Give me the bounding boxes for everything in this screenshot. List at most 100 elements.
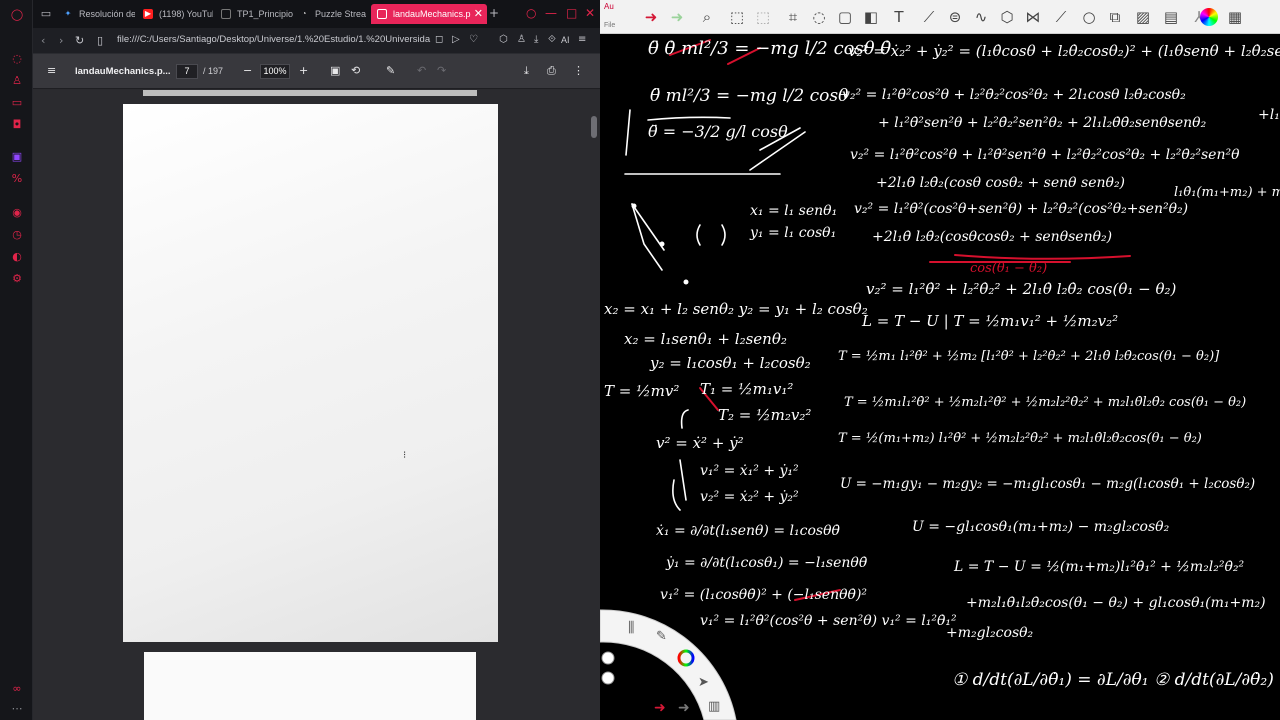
snapshot-icon[interactable]: ◻ <box>435 34 443 45</box>
sidebar-chat-icon[interactable]: ◘ <box>10 118 24 132</box>
ink-line-32: U = −m₁gy₁ − m₂gy₂ = −m₁gl₁cosθ₁ − m₂g(l… <box>840 476 1256 492</box>
pdf-scrollbar[interactable] <box>588 90 600 720</box>
sidebar-player-icon[interactable]: ◉ <box>10 206 24 220</box>
svg-text:➜: ➜ <box>678 700 690 716</box>
ink-line-25: +2l₁θ̇ l₂θ̇₂(cosθcosθ₂ + senθsenθ₂) <box>872 229 1113 245</box>
ink-line-35: +m₂l₁θ̇₁l₂θ̇₂cos(θ₁ − θ₂) + gl₁cosθ₁(m₁+… <box>966 595 1266 611</box>
url-field[interactable]: file:///C:/Users/Santiago/Desktop/Univer… <box>117 34 457 45</box>
menu-icon[interactable]: ≡ <box>47 64 56 77</box>
ai-button[interactable]: AI <box>561 35 570 45</box>
screen: ◯ ◌ ♙ ▭ ◘ ▣ % ◉ ◷ ◐ ⚙ ∞ ⋯ ▭ ✦ Resolución… <box>0 0 1280 720</box>
undo-icon[interactable]: ↶ <box>417 64 426 77</box>
scroll-thumb[interactable] <box>591 116 597 138</box>
ink-line-30: T = ½m₁l₁²θ̇² + ½m₂l₁²θ̇² + ½m₂l₂²θ̇₂² +… <box>844 395 1247 410</box>
ink-line-39: +l₁ <box>1258 107 1280 123</box>
ink-line-21: + l₁²θ̇²sen²θ + l₂²θ̇₂²sen²θ₂ + 2l₁l₂θ̇θ… <box>878 115 1207 131</box>
print-icon[interactable]: ⎙ <box>547 64 556 78</box>
pdf-page-current: ⁝ <box>123 104 498 642</box>
rotate-icon[interactable]: ⟲ <box>351 64 360 77</box>
whiteboard-app[interactable]: Au File ➜ ➜ ⌕ ⬚ ⬚ ⌗ ◌ ▢ ◧ T ⟋ ⊜ ∿ ⬡ ⋈ ⟋ … <box>600 0 1280 720</box>
tab-bar: ▭ ✦ Resolución de ▶ (1198) YouTub TP1_Pr… <box>33 0 600 28</box>
zoom-in-icon[interactable]: + <box>299 64 308 77</box>
downloads-icon[interactable]: ◐ <box>10 250 24 264</box>
tab-resolucion[interactable]: ✦ Resolución de <box>57 4 135 24</box>
document-icon <box>221 9 231 19</box>
page-info-icon[interactable]: ▯ <box>97 34 103 47</box>
ink-line-16: ẏ₁ = ∂/∂t(l₁cosθ₁) = −l₁senθθ̇ <box>666 555 868 571</box>
send-icon[interactable]: ▷ <box>452 34 460 45</box>
zoom-input[interactable]: 100% <box>260 64 290 79</box>
sidebar-game-icon[interactable]: ▭ <box>10 96 24 110</box>
ink-line-33: U = −gl₁cosθ₁(m₁+m₂) − m₂gl₂cosθ₂ <box>912 519 1170 535</box>
twitch-icon[interactable]: ▣ <box>10 150 24 164</box>
svg-text:✎: ✎ <box>656 629 667 644</box>
ink-line-26: cos(θ₁ − θ₂) <box>970 261 1048 276</box>
tab-youtube[interactable]: ▶ (1198) YouTub <box>137 4 213 24</box>
ink-line-23: +2l₁θ̇ l₂θ̇₂(cosθ cosθ₂ + senθ senθ₂) <box>876 175 1126 191</box>
extensions-icon[interactable]: ⬡ <box>499 34 508 45</box>
ink-line-10: T₁ = ½m₁v₁² <box>700 380 794 398</box>
browser-window: ◯ ◌ ♙ ▭ ◘ ▣ % ◉ ◷ ◐ ⚙ ∞ ⋯ ▭ ✦ Resolución… <box>0 0 600 720</box>
minimize-icon[interactable]: — <box>545 6 557 20</box>
new-tab-icon[interactable]: + <box>489 6 499 20</box>
page-number-input[interactable]: 7 <box>176 64 198 79</box>
ink-line-36: +m₂gl₂cosθ₂ <box>946 625 1034 641</box>
reload-icon[interactable]: ↻ <box>75 34 84 47</box>
sidebar-more-icon[interactable]: ⋯ <box>10 702 24 716</box>
redo-icon[interactable]: ↷ <box>437 64 446 77</box>
profile-icon[interactable]: ♙ <box>517 34 526 45</box>
more-options-icon[interactable]: ⋮ <box>573 64 584 77</box>
ink-line-13: v₁² = ẋ₁² + ẏ₁² <box>700 463 799 479</box>
forward-icon[interactable]: › <box>59 34 63 47</box>
ink-line-15: ẋ₁ = ∂/∂t(l₁senθ) = l₁cosθθ̇ <box>656 523 840 539</box>
draw-icon[interactable]: ✎ <box>386 64 395 77</box>
radial-tool-wheel[interactable]: ⫼ ✎ ➤ ▥ ➜ ➜ <box>600 606 740 720</box>
fit-page-icon[interactable]: ▣ <box>330 64 340 77</box>
settings-gear-icon[interactable]: ⚙ <box>10 272 24 286</box>
svg-text:⫼: ⫼ <box>628 620 634 636</box>
svg-text:➤: ➤ <box>698 675 709 690</box>
opera-logo-icon[interactable]: ◯ <box>10 8 24 22</box>
heart-icon[interactable]: ♡ <box>469 34 478 45</box>
close-window-icon[interactable]: ✕ <box>585 6 595 20</box>
ink-line-8: y₂ = l₁cosθ₁ + l₂cosθ₂ <box>650 354 811 372</box>
ink-line-29: T = ½m₁ l₁²θ̇² + ½m₂ [l₁²θ̇² + l₂²θ̇₂² +… <box>838 349 1220 364</box>
sidebar-ai-icon[interactable]: ◌ <box>10 52 24 66</box>
aria-icon[interactable]: ⟐ <box>548 34 556 45</box>
sidebar-shop-icon[interactable]: ♙ <box>10 74 24 88</box>
address-bar: ‹ › ↻ ▯ file:///C:/Users/Santiago/Deskto… <box>33 28 600 54</box>
ink-line-6: x₂ = x₁ + l₂ senθ₂ y₂ = y₁ + l₂ cosθ₂ <box>604 300 868 318</box>
tab-menu-icon[interactable]: ▭ <box>39 7 53 21</box>
close-tab-icon[interactable]: ✕ <box>474 4 483 24</box>
ink-line-5: y₁ = l₁ cosθ₁ <box>750 225 837 241</box>
ink-line-11: T₂ = ½m₂v₂² <box>718 406 812 424</box>
ink-line-19: v₂² = ẋ₂² + ẏ₂² = (l₁θ̇cosθ + l₂θ̇₂cosθ₂… <box>848 42 1280 60</box>
tab-tp1[interactable]: TP1_Principio <box>215 4 293 24</box>
tab-landau-mechanics[interactable]: landauMechanics.p ✕ <box>371 4 487 24</box>
ink-line-3: θ̈ = −3/2 g/l cosθ <box>648 122 788 141</box>
ink-line-12: v² = ẋ² + ẏ² <box>656 434 744 452</box>
history-icon[interactable]: ◷ <box>10 228 24 242</box>
download-icon[interactable]: ⤓ <box>534 34 538 45</box>
tab-puzzle-stream[interactable]: ◔ Puzzle Strea <box>293 4 369 24</box>
maximize-icon[interactable]: □ <box>566 6 577 20</box>
sidebar-extensions-icon[interactable]: ∞ <box>10 682 24 696</box>
back-icon[interactable]: ‹ <box>41 34 45 47</box>
download-pdf-icon[interactable]: ⤓ <box>524 64 529 78</box>
pdf-pages-area[interactable]: ⁝ <box>33 90 588 720</box>
ink-line-7: x₂ = l₁senθ₁ + l₂senθ₂ <box>624 330 787 348</box>
ink-line-9: T = ½mv² <box>604 382 680 400</box>
youtube-icon: ▶ <box>143 9 153 19</box>
easy-setup-icon[interactable]: ≡ <box>578 34 586 45</box>
ink-line-17: v₁² = (l₁cosθθ̇)² + (−l₁senθθ̇)² <box>660 587 868 603</box>
gemini-icon: ✦ <box>64 9 72 18</box>
sidebar-percent-icon[interactable]: % <box>10 172 24 186</box>
zoom-out-icon[interactable]: − <box>243 64 252 77</box>
ink-line-38: l₁θ̇₁(m₁+m₂) + m₂l₂ <box>1174 185 1280 200</box>
ink-line-14: v₂² = ẋ₂² + ẏ₂² <box>700 489 799 505</box>
pdf-page-next <box>144 652 476 720</box>
svg-text:➜: ➜ <box>654 700 666 716</box>
search-tabs-icon[interactable]: ○ <box>526 6 536 20</box>
text-cursor-icon: ⁝ <box>403 450 407 461</box>
ink-line-27: v₂² = l₁²θ̇² + l₂²θ̇₂² + 2l₁θ̇ l₂θ̇₂ cos… <box>866 280 1177 298</box>
